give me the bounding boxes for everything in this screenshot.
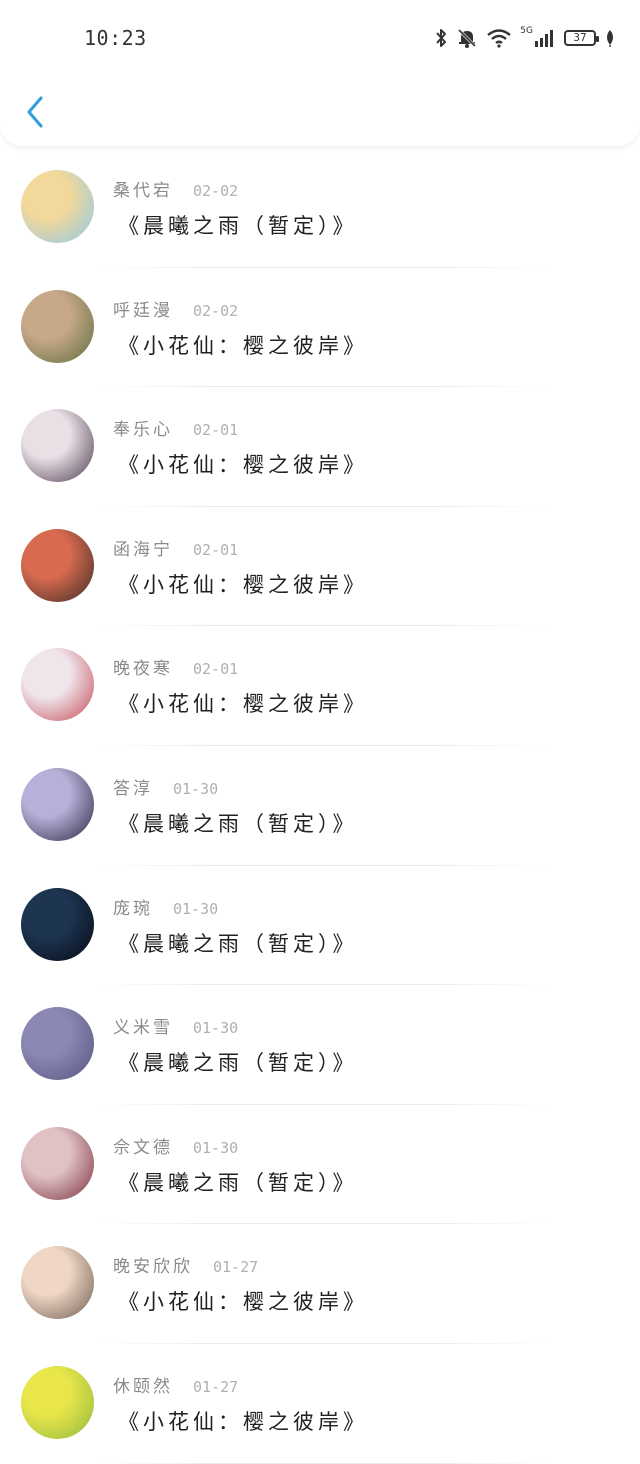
signal-icon [535, 30, 553, 47]
avatar[interactable] [21, 767, 94, 841]
leaf-icon [604, 29, 616, 47]
avatar[interactable] [21, 170, 94, 243]
meta-line: 佘文德 01-30 [113, 1133, 238, 1158]
work-title[interactable]: 《小花仙：樱之彼岸》 [118, 688, 368, 718]
status-time: 10:23 [84, 26, 147, 50]
meta-line: 晚安欣欣 01-27 [113, 1252, 258, 1277]
meta-line: 庞琬 01-30 [113, 894, 218, 919]
work-title[interactable]: 《晨曦之雨（暂定）》 [118, 1047, 358, 1077]
user-name[interactable]: 晚夜寒 [113, 654, 173, 679]
list-item[interactable]: 晚安欣欣 01-27 《小花仙：樱之彼岸》 [0, 1224, 640, 1344]
post-date: 01-27 [213, 1258, 259, 1277]
cell-signal: 5G [520, 26, 556, 48]
post-date: 02-01 [193, 540, 239, 559]
wifi-icon [486, 28, 512, 48]
list-item[interactable]: 庞琬 01-30 《晨曦之雨（暂定）》 [0, 866, 640, 986]
avatar[interactable] [21, 1365, 94, 1439]
bell-off-icon [456, 27, 478, 49]
avatar[interactable] [21, 648, 94, 722]
message-list: 桑代宕 02-02 《晨曦之雨（暂定）》 呼廷漫 02-02 《小花仙：樱之彼岸》 奉乐心 0… [0, 148, 640, 1464]
avatar[interactable] [21, 1246, 94, 1320]
battery-level: 37 [573, 31, 587, 44]
top-bar: 10:23 5G 37 [0, 0, 640, 146]
work-title[interactable]: 《小花仙：樱之彼岸》 [118, 330, 368, 360]
post-date: 02-01 [193, 421, 239, 440]
list-item[interactable]: 晚夜寒 02-01 《小花仙：樱之彼岸》 [0, 626, 640, 746]
work-title[interactable]: 《晨曦之雨（暂定）》 [118, 928, 358, 958]
post-date: 01-30 [193, 1138, 239, 1157]
post-date: 01-27 [193, 1377, 239, 1396]
network-type: 5G [520, 26, 533, 36]
meta-line: 答淳 01-30 [113, 774, 218, 799]
post-date: 01-30 [193, 1019, 239, 1038]
work-title[interactable]: 《晨曦之雨（暂定）》 [118, 808, 358, 838]
work-title[interactable]: 《晨曦之雨（暂定）》 [118, 1167, 358, 1197]
user-name[interactable]: 桑代宕 [113, 176, 173, 201]
list-item[interactable]: 桑代宕 02-02 《晨曦之雨（暂定）》 [0, 148, 640, 268]
user-name[interactable]: 呼廷漫 [113, 296, 173, 321]
list-item[interactable]: 奉乐心 02-01 《小花仙：樱之彼岸》 [0, 387, 640, 507]
list-item[interactable]: 函海宁 02-01 《小花仙：樱之彼岸》 [0, 507, 640, 627]
meta-line: 晚夜寒 02-01 [113, 654, 238, 679]
meta-line: 函海宁 02-01 [113, 535, 238, 560]
avatar[interactable] [21, 528, 94, 602]
user-name[interactable]: 奉乐心 [113, 415, 173, 440]
work-title[interactable]: 《小花仙：樱之彼岸》 [118, 1286, 368, 1316]
list-item[interactable]: 答淳 01-30 《晨曦之雨（暂定）》 [0, 746, 640, 866]
user-name[interactable]: 晚安欣欣 [113, 1252, 193, 1277]
meta-line: 休颐然 01-27 [113, 1372, 238, 1397]
post-date: 02-02 [193, 301, 239, 320]
list-item[interactable]: 佘文德 01-30 《晨曦之雨（暂定）》 [0, 1105, 640, 1225]
avatar[interactable] [21, 887, 94, 961]
user-name[interactable]: 函海宁 [113, 535, 173, 560]
work-title[interactable]: 《小花仙：樱之彼岸》 [118, 449, 368, 479]
user-name[interactable]: 答淳 [113, 774, 153, 799]
divider [96, 1462, 550, 1464]
post-date: 01-30 [173, 899, 219, 918]
avatar[interactable] [21, 1126, 94, 1200]
avatar[interactable] [21, 409, 94, 483]
bluetooth-icon [434, 27, 448, 49]
post-date: 02-02 [193, 182, 239, 200]
meta-line: 义米雪 01-30 [113, 1013, 238, 1038]
meta-line: 呼廷漫 02-02 [113, 296, 238, 321]
meta-line: 桑代宕 02-02 [113, 176, 238, 201]
user-name[interactable]: 佘文德 [113, 1133, 173, 1158]
work-title[interactable]: 《小花仙：樱之彼岸》 [118, 569, 368, 599]
avatar[interactable] [21, 1007, 94, 1081]
list-item[interactable]: 呼廷漫 02-02 《小花仙：樱之彼岸》 [0, 268, 640, 388]
meta-line: 奉乐心 02-01 [113, 415, 238, 440]
back-button[interactable] [20, 92, 50, 132]
list-item[interactable]: 义米雪 01-30 《晨曦之雨（暂定）》 [0, 985, 640, 1105]
user-name[interactable]: 义米雪 [113, 1013, 173, 1038]
work-title[interactable]: 《小花仙：樱之彼岸》 [118, 1406, 368, 1436]
avatar[interactable] [21, 289, 94, 363]
user-name[interactable]: 休颐然 [113, 1372, 173, 1397]
list-item[interactable]: 休颐然 01-27 《小花仙：樱之彼岸》 [0, 1344, 640, 1464]
battery-icon: 37 [564, 30, 599, 46]
post-date: 01-30 [173, 779, 219, 798]
status-icons: 5G 37 [434, 24, 616, 52]
post-date: 02-01 [193, 660, 239, 679]
chevron-left-icon [27, 96, 43, 128]
user-name[interactable]: 庞琬 [113, 894, 153, 919]
work-title[interactable]: 《晨曦之雨（暂定）》 [118, 210, 358, 240]
